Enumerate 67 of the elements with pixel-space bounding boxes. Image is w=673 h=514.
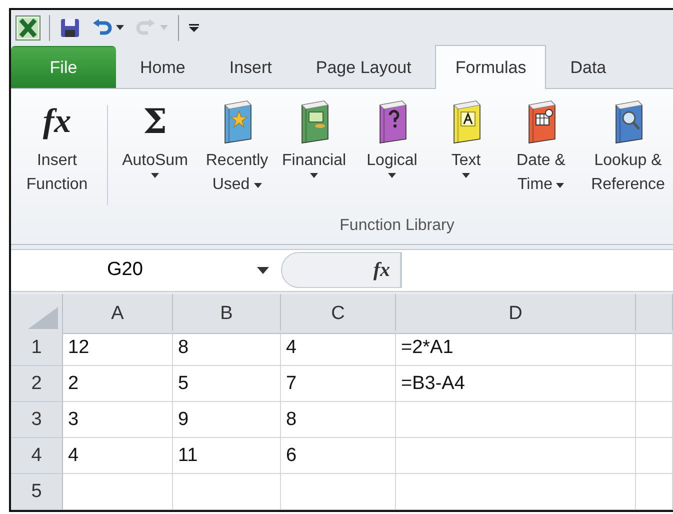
table-cell[interactable]: 8 bbox=[281, 402, 396, 438]
ribbon-button[interactable]: Σ AutoSum bbox=[112, 95, 198, 218]
ribbon-button[interactable]: Logical bbox=[352, 95, 432, 218]
table-cell[interactable]: 12 bbox=[63, 330, 173, 366]
redo-arrow-icon bbox=[136, 18, 156, 37]
column-header[interactable]: D bbox=[396, 294, 636, 334]
row-header[interactable]: 4 bbox=[11, 438, 63, 474]
ribbon-button[interactable]: Financial bbox=[276, 95, 352, 218]
ribbon-tab[interactable]: Insert bbox=[209, 46, 292, 88]
table-cell[interactable] bbox=[396, 474, 636, 510]
table-cell[interactable] bbox=[63, 474, 173, 510]
ribbon-button[interactable]: Lookup & Reference bbox=[582, 95, 673, 218]
table-cell[interactable]: 4 bbox=[281, 330, 396, 366]
ribbon-button[interactable]: Date & Time bbox=[500, 95, 582, 218]
ribbon-button[interactable]: Recently Used bbox=[198, 95, 276, 218]
table-cell[interactable]: 3 bbox=[63, 402, 173, 438]
caret-icon bbox=[310, 173, 318, 178]
table-cell[interactable] bbox=[173, 474, 281, 510]
ribbon-tab[interactable]: Data bbox=[550, 46, 626, 88]
table-cell[interactable]: 4 bbox=[63, 438, 173, 474]
table-cell[interactable]: 11 bbox=[173, 438, 281, 474]
row-header[interactable]: 1 bbox=[11, 330, 63, 366]
caret-icon bbox=[257, 266, 269, 274]
ribbon-tab[interactable]: Home bbox=[120, 46, 206, 88]
caret-icon bbox=[556, 182, 564, 188]
ribbon-tab[interactable]: Page Layout bbox=[296, 46, 432, 88]
table-cell[interactable]: 9 bbox=[173, 402, 281, 438]
table-cell[interactable]: 7 bbox=[281, 366, 396, 402]
row-header[interactable]: 3 bbox=[11, 402, 63, 438]
table-cell[interactable]: 5 bbox=[173, 366, 281, 402]
ribbon-button[interactable]: fx Insert Function bbox=[11, 95, 103, 218]
row-header[interactable]: 5 bbox=[11, 474, 63, 510]
row-header[interactable]: 2 bbox=[11, 366, 63, 402]
column-header[interactable] bbox=[636, 294, 673, 334]
table-cell[interactable] bbox=[636, 402, 673, 438]
column-header[interactable]: A bbox=[63, 294, 173, 334]
table-cell[interactable] bbox=[396, 438, 636, 474]
table-cell[interactable]: 2 bbox=[63, 366, 173, 402]
file-menu-button[interactable]: File bbox=[11, 46, 116, 88]
table-cell[interactable] bbox=[396, 402, 636, 438]
table-cell[interactable] bbox=[281, 474, 396, 510]
table-cell[interactable] bbox=[636, 330, 673, 366]
caret-icon bbox=[151, 173, 159, 178]
function-symbol: fx bbox=[42, 103, 72, 142]
undo-arrow-icon bbox=[92, 18, 112, 37]
caret-icon bbox=[388, 173, 396, 178]
column-header[interactable]: C bbox=[281, 294, 396, 334]
table-cell[interactable]: =2*A1 bbox=[396, 330, 636, 366]
customize-icon bbox=[189, 22, 199, 33]
caret-icon bbox=[160, 25, 168, 30]
caret-icon bbox=[462, 173, 470, 178]
triangle-icon bbox=[28, 307, 58, 329]
table-cell[interactable] bbox=[636, 474, 673, 510]
column-header[interactable]: B bbox=[173, 294, 281, 334]
table-cell[interactable]: 6 bbox=[281, 438, 396, 474]
insert-function-button[interactable]: fx bbox=[373, 258, 390, 282]
table-cell[interactable]: =B3-A4 bbox=[396, 366, 636, 402]
caret-icon bbox=[116, 25, 124, 30]
caret-icon bbox=[254, 182, 262, 188]
table-cell[interactable] bbox=[636, 438, 673, 474]
table-cell[interactable]: 8 bbox=[173, 330, 281, 366]
group-label: Function Library bbox=[338, 217, 456, 236]
sigma-symbol: Σ bbox=[142, 102, 168, 142]
ribbon-button[interactable]: Text bbox=[432, 95, 500, 218]
ribbon-tab[interactable]: Formulas bbox=[435, 45, 546, 90]
spreadsheet-app-icon bbox=[15, 14, 41, 41]
table-cell[interactable] bbox=[636, 366, 673, 402]
